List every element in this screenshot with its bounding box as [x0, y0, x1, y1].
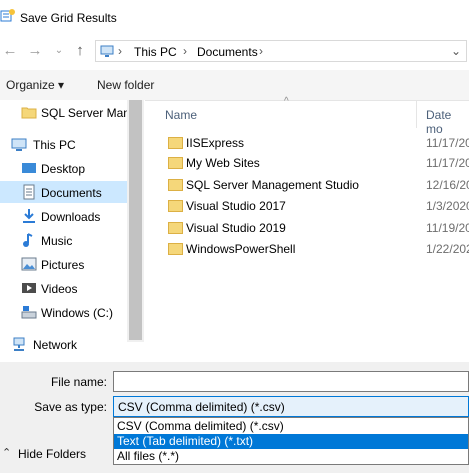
forward-icon[interactable]: →	[27, 43, 43, 59]
sidebar-item-label: Music	[41, 234, 73, 248]
sidebar-item-label: Network	[33, 338, 78, 352]
sidebar-item-label: Downloads	[41, 210, 101, 224]
pictures-icon	[21, 256, 37, 272]
sidebar-item-network[interactable]: Network	[0, 333, 127, 355]
folder-icon	[168, 157, 183, 169]
network-icon	[11, 336, 27, 352]
folder-icon	[168, 179, 183, 191]
sidebar-item-label: SQL Server Mana	[41, 106, 127, 120]
option-csv[interactable]: CSV (Comma delimited) (*.csv)	[114, 419, 468, 434]
chevron-up-icon: ⌃	[2, 447, 12, 459]
title-bar: Save Grid Results	[0, 0, 469, 36]
save-type-select[interactable]: CSV (Comma delimited) (*.csv)	[113, 396, 469, 417]
folder-icon	[168, 222, 183, 234]
navigation-pane: SQL Server Mana This PC Desktop Document…	[0, 100, 145, 362]
file-name: SQL Server Management Studio	[186, 178, 359, 192]
computer-icon	[11, 136, 27, 152]
address-dropdown-icon[interactable]: ⌄	[451, 44, 461, 58]
file-row[interactable]: Visual Studio 2017 1/3/2020	[145, 195, 469, 217]
folder-icon	[168, 200, 183, 212]
option-txt[interactable]: Text (Tab delimited) (*.txt)	[114, 434, 468, 449]
file-row[interactable]: Visual Studio 2019 11/19/20	[145, 217, 469, 239]
sidebar-item-label: Windows (C:)	[41, 306, 114, 320]
breadcrumb-separator-icon: ›	[118, 44, 122, 58]
file-date: 11/17/20	[426, 156, 469, 170]
music-icon	[21, 232, 37, 248]
sidebar-item-label: Videos	[41, 282, 78, 296]
column-divider[interactable]	[416, 100, 417, 128]
sidebar-item-label: Desktop	[41, 162, 86, 176]
file-row[interactable]: IISExpress 11/17/20	[145, 132, 469, 154]
sidebar-item-label: This PC	[33, 138, 76, 152]
file-name: WindowsPowerShell	[186, 242, 296, 256]
organize-button[interactable]: Organize ▾	[6, 78, 64, 92]
documents-icon	[21, 184, 37, 200]
sidebar-item-sql-server[interactable]: SQL Server Mana	[0, 101, 127, 123]
file-date: 1/3/2020	[426, 199, 469, 213]
sidebar-item-pictures[interactable]: Pictures	[0, 253, 127, 275]
breadcrumb-separator-icon: ›	[259, 44, 263, 58]
file-date: 1/22/202	[426, 242, 469, 256]
new-folder-button[interactable]: New folder	[97, 78, 154, 92]
folder-icon	[168, 137, 183, 149]
app-icon	[0, 9, 15, 22]
sidebar-item-this-pc[interactable]: This PC	[0, 133, 127, 155]
download-icon	[21, 208, 37, 224]
address-bar[interactable]: › This PC › Documents › ⌄	[95, 40, 467, 62]
sidebar-item-downloads[interactable]: Downloads	[0, 205, 127, 227]
organize-label: Organize	[6, 78, 55, 92]
sidebar-item-videos[interactable]: Videos	[0, 277, 127, 299]
file-date: 11/19/20	[426, 221, 469, 235]
desktop-icon	[21, 160, 37, 176]
breadcrumb-separator-icon: ›	[183, 44, 187, 58]
file-name: My Web Sites	[186, 156, 260, 170]
window-title: Save Grid Results	[20, 11, 117, 25]
chevron-down-icon[interactable]: ⌄	[51, 43, 67, 59]
breadcrumb-this-pc[interactable]: This PC	[134, 45, 177, 59]
file-date: 12/16/20	[426, 178, 469, 192]
file-date: 11/17/20	[426, 136, 469, 150]
option-all-files[interactable]: All files (*.*)	[114, 449, 468, 464]
sidebar-item-label: Pictures	[41, 258, 85, 272]
up-arrow-icon[interactable]: ↑	[72, 43, 88, 59]
column-header-name[interactable]: Name	[165, 108, 197, 122]
sidebar-item-music[interactable]: Music	[0, 229, 127, 251]
drive-icon	[21, 304, 37, 320]
sort-ascending-icon: ^	[284, 96, 289, 107]
computer-icon	[100, 45, 114, 57]
file-name: IISExpress	[186, 136, 245, 150]
hide-folders-label: Hide Folders	[18, 447, 87, 461]
file-list: Name ^ Date mo IISExpress 11/17/20 My We…	[145, 96, 469, 362]
folder-icon	[21, 104, 37, 120]
sidebar-scrollbar-thumb[interactable]	[129, 100, 142, 340]
sidebar-item-desktop[interactable]: Desktop	[0, 157, 127, 179]
save-type-label: Save as type:	[34, 400, 107, 414]
toolbar: Organize ▾ New folder	[0, 70, 469, 101]
file-name-input[interactable]	[113, 371, 469, 392]
breadcrumb-documents[interactable]: Documents	[197, 45, 258, 59]
save-type-options: CSV (Comma delimited) (*.csv) Text (Tab …	[113, 417, 469, 465]
back-icon[interactable]: ←	[2, 43, 18, 59]
sidebar-item-windows-c[interactable]: Windows (C:)	[0, 301, 127, 323]
file-name: Visual Studio 2017	[186, 199, 286, 213]
file-name-label: File name:	[50, 375, 107, 389]
sidebar-item-label: Documents	[41, 186, 102, 200]
file-row[interactable]: SQL Server Management Studio 12/16/20	[145, 174, 469, 196]
file-row[interactable]: WindowsPowerShell 1/22/202	[145, 238, 469, 260]
file-name: Visual Studio 2019	[186, 221, 286, 235]
sidebar-item-documents[interactable]: Documents	[0, 181, 127, 203]
folder-icon	[168, 243, 183, 255]
file-row[interactable]: My Web Sites 11/17/20	[145, 152, 469, 174]
videos-icon	[21, 280, 37, 296]
